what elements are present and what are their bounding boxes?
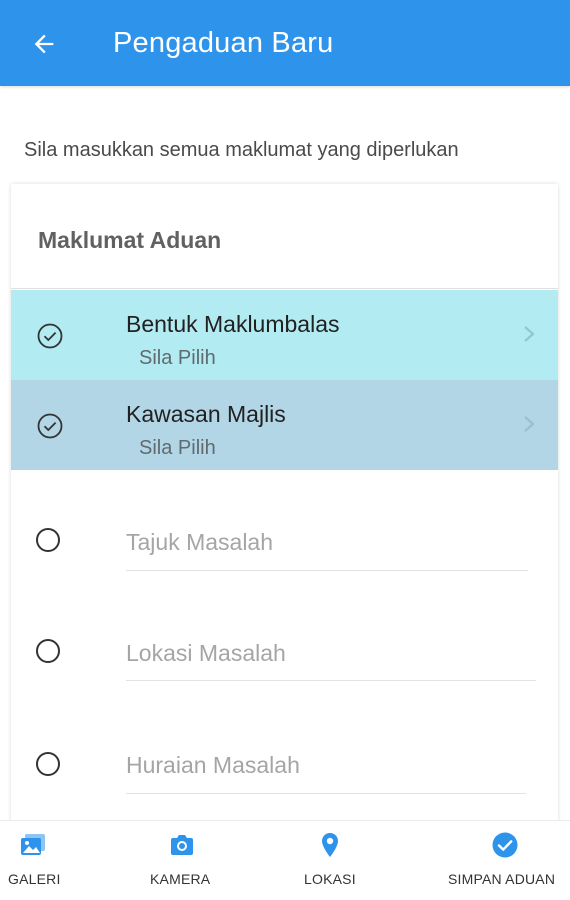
radio-empty-icon	[36, 752, 60, 776]
arrow-back-icon	[34, 34, 54, 54]
field-huraian-masalah[interactable]: Huraian Masalah	[11, 712, 558, 812]
app-screen: Pengaduan Baru Sila masukkan semua maklu…	[0, 0, 570, 900]
save-complaint-button[interactable]: SIMPAN ADUAN	[440, 821, 570, 900]
radio-empty-icon	[36, 639, 60, 663]
step-kawasan-majlis[interactable]: Kawasan Majlis Sila Pilih	[11, 380, 558, 470]
check-circle-icon	[37, 323, 63, 349]
page-title: Pengaduan Baru	[113, 27, 334, 59]
step-label: Bentuk Maklumbalas	[126, 311, 340, 337]
check-circle-filled-icon	[492, 832, 518, 858]
chevron-right-icon	[524, 416, 535, 432]
step-value: Sila Pilih	[139, 437, 216, 459]
intro-text: Sila masukkan semua maklumat yang diperl…	[24, 139, 459, 161]
nav-label: LOKASI	[304, 871, 356, 887]
nav-label: SIMPAN ADUAN	[448, 871, 556, 887]
location-button[interactable]: LOKASI	[296, 821, 366, 900]
complaint-info-card: Maklumat Aduan Bentuk Maklumbalas Sila P…	[11, 184, 558, 824]
nav-label: GALERI	[8, 871, 61, 887]
camera-icon	[171, 835, 193, 855]
field-underline	[126, 570, 528, 571]
step-bentuk-maklumbalas[interactable]: Bentuk Maklumbalas Sila Pilih	[11, 290, 558, 380]
gallery-button[interactable]: GALERI	[0, 821, 70, 900]
card-header: Maklumat Aduan	[38, 227, 222, 253]
nav-label: KAMERA	[150, 871, 211, 887]
field-placeholder: Huraian Masalah	[126, 752, 300, 778]
location-pin-icon	[322, 833, 338, 857]
field-tajuk-masalah[interactable]: Tajuk Masalah	[11, 490, 558, 590]
step-label: Kawasan Majlis	[126, 401, 286, 427]
step-value: Sila Pilih	[139, 347, 216, 369]
field-lokasi-masalah[interactable]: Lokasi Masalah	[11, 602, 558, 702]
app-bar: Pengaduan Baru	[0, 0, 570, 86]
gallery-icon	[21, 834, 45, 855]
camera-button[interactable]: KAMERA	[140, 821, 225, 900]
field-underline	[126, 793, 526, 794]
field-placeholder: Lokasi Masalah	[126, 640, 286, 666]
field-underline	[126, 680, 536, 681]
back-button[interactable]	[22, 22, 66, 66]
chevron-right-icon	[524, 326, 535, 342]
radio-empty-icon	[36, 528, 60, 552]
field-placeholder: Tajuk Masalah	[126, 529, 274, 555]
check-circle-icon	[37, 413, 63, 439]
bottom-action-bar: GALERI KAMERA LOKASI SIMPAN ADUAN	[0, 820, 570, 900]
divider	[11, 288, 558, 289]
